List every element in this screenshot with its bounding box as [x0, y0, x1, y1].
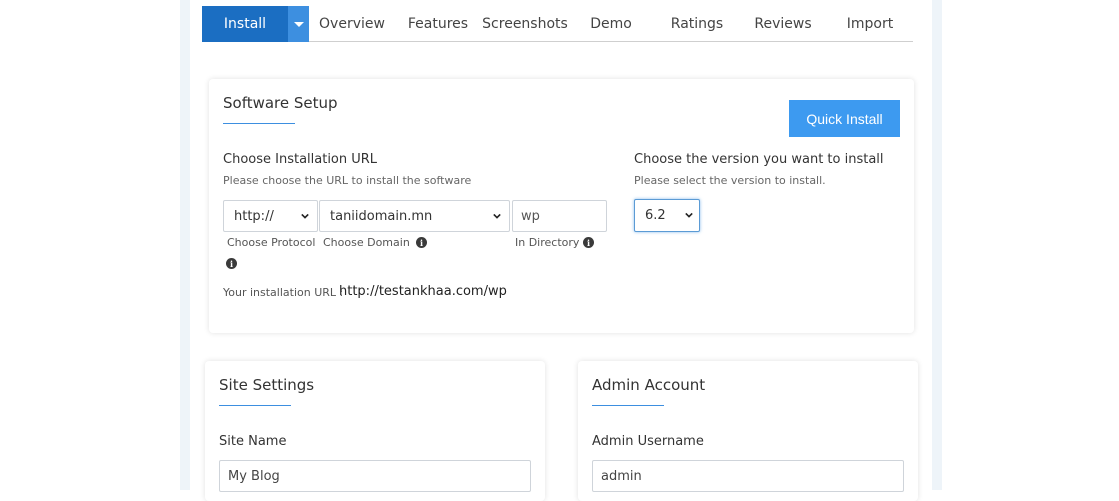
caret-down-icon — [293, 21, 304, 27]
protocol-value: http:// — [234, 208, 274, 224]
protocol-select[interactable]: http:// — [223, 200, 318, 232]
tab-import[interactable]: Import — [843, 6, 897, 42]
tab-install[interactable]: Install — [202, 6, 288, 42]
chevron-down-icon — [493, 213, 501, 219]
domain-select[interactable]: taniidomain.mn — [319, 200, 510, 232]
tab-screenshots[interactable]: Screenshots — [482, 6, 568, 42]
version-label: Choose the version you want to install — [634, 152, 884, 167]
info-icon[interactable]: i — [416, 237, 427, 248]
install-url-label: Your installation URL : — [223, 286, 344, 299]
protocol-caption: Choose Protocol — [227, 236, 316, 249]
title-underline — [223, 123, 295, 124]
right-gutter — [932, 0, 942, 490]
site-name-label: Site Name — [219, 434, 287, 449]
tab-overview[interactable]: Overview — [315, 6, 389, 42]
tab-features[interactable]: Features — [404, 6, 472, 42]
directory-input[interactable]: wp — [512, 200, 607, 232]
admin-username-input[interactable]: admin — [592, 460, 904, 492]
chevron-down-icon — [301, 213, 309, 219]
domain-caption: Choose Domain — [323, 236, 410, 249]
admin-account-title: Admin Account — [592, 376, 706, 394]
domain-value: taniidomain.mn — [330, 208, 433, 224]
title-underline — [219, 405, 291, 406]
installation-url-help: Please choose the URL to install the sof… — [223, 174, 472, 187]
tab-reviews[interactable]: Reviews — [750, 6, 816, 42]
admin-username-label: Admin Username — [592, 434, 704, 449]
site-settings-title: Site Settings — [219, 376, 315, 394]
info-icon[interactable]: i — [583, 237, 594, 248]
installation-url-label: Choose Installation URL — [223, 152, 378, 167]
title-underline — [592, 405, 664, 406]
left-gutter — [180, 0, 190, 490]
install-dropdown-toggle[interactable] — [288, 6, 309, 42]
tab-ratings[interactable]: Ratings — [667, 6, 727, 42]
version-value: 6.2 — [645, 208, 666, 223]
info-icon[interactable]: i — [226, 258, 237, 269]
software-setup-title: Software Setup — [223, 94, 338, 112]
directory-caption: In Directory — [515, 236, 580, 249]
version-select[interactable]: 6.2 — [634, 199, 700, 232]
site-name-input[interactable]: My Blog — [219, 460, 531, 492]
version-help: Please select the version to install. — [634, 174, 826, 187]
chevron-down-icon — [685, 212, 693, 218]
install-url-value: http://testankhaa.com/wp — [339, 284, 507, 299]
tab-demo[interactable]: Demo — [585, 6, 637, 42]
quick-install-button[interactable]: Quick Install — [789, 100, 900, 137]
